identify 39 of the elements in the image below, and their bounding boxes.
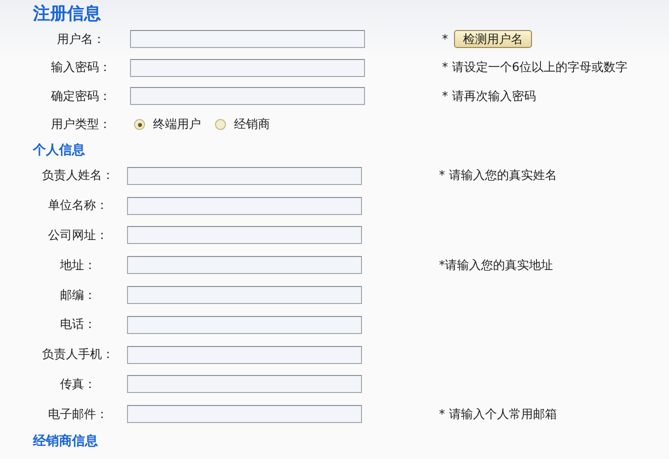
- field-label: 输入密码：: [50, 59, 112, 76]
- field-label: 邮编：: [59, 286, 97, 304]
- field-label: 用户类型：: [50, 116, 112, 134]
- input-field[interactable]: [127, 166, 362, 185]
- section-heading: 个人信息: [33, 142, 86, 160]
- input-field[interactable]: [127, 256, 362, 274]
- field-label: 电话：: [59, 316, 97, 334]
- field-label: 传真：: [59, 376, 97, 393]
- radio-button[interactable]: [134, 119, 145, 130]
- input-field[interactable]: [127, 286, 362, 304]
- field-label: 负责人姓名：: [41, 167, 115, 184]
- radio-label[interactable]: 终端用户: [153, 116, 201, 134]
- input-field[interactable]: [130, 30, 365, 48]
- field-label: 公司网址：: [47, 226, 109, 244]
- radio-button[interactable]: [215, 119, 226, 130]
- radio-label[interactable]: 经销商: [234, 116, 270, 134]
- input-field[interactable]: [127, 226, 362, 244]
- hint-text: * 请再次输入密码: [442, 88, 536, 105]
- input-field[interactable]: [127, 405, 362, 424]
- input-field[interactable]: [127, 196, 362, 215]
- input-field[interactable]: [130, 58, 365, 77]
- input-field[interactable]: [130, 87, 365, 106]
- section-heading: 注册信息: [33, 3, 102, 25]
- hint-text: * 请输入个人常用邮箱: [439, 406, 557, 423]
- hint-text: * 请输入您的真实姓名: [439, 167, 557, 184]
- section-heading: 经销商信息: [33, 432, 99, 452]
- field-label: 确定密码：: [50, 88, 112, 105]
- input-field[interactable]: [127, 346, 362, 364]
- input-field[interactable]: [127, 375, 362, 394]
- hint-text: *请输入您的真实地址: [439, 256, 553, 274]
- field-label: 单位名称：: [47, 197, 109, 214]
- hint-text: * 请设定一个6位以上的字母或数字: [442, 59, 628, 76]
- check-username-button[interactable]: 检测用户名: [454, 30, 532, 48]
- field-label: 地址：: [59, 256, 97, 274]
- field-label: 用户名：: [56, 30, 106, 48]
- hint-text: *: [442, 32, 448, 46]
- input-field[interactable]: [127, 316, 362, 334]
- field-label: 电子邮件：: [47, 406, 109, 423]
- field-label: 负责人手机：: [41, 346, 115, 364]
